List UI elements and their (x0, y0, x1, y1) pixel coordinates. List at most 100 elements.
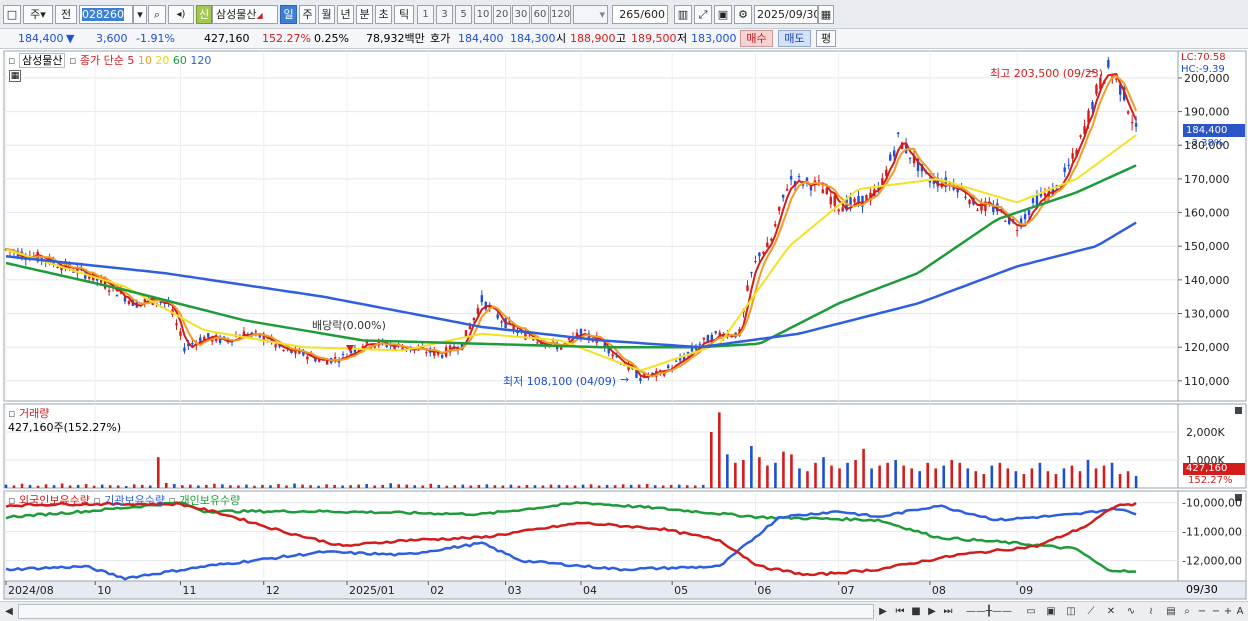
volume-bar (589, 484, 593, 488)
volume-bar (397, 484, 401, 488)
volume-current-tag: 427,160 (1183, 463, 1245, 475)
font-size-icon[interactable]: A (1234, 604, 1246, 619)
date-input[interactable]: 2025/09/30 (754, 5, 818, 24)
play-icon[interactable]: ▶ (925, 604, 939, 619)
candle-body (159, 302, 162, 304)
chevron-down-icon: ▾ (40, 8, 46, 21)
legend-bullet-icon: ▫ (8, 494, 16, 507)
market-dropdown[interactable]: 주▾ (23, 5, 53, 24)
sell-button[interactable]: 매도 (778, 30, 811, 47)
chart-area[interactable]: 200,000 190,000 180,000 170,000 160,000 150,0… (0, 49, 1248, 601)
cross-icon[interactable]: ✕ (1102, 604, 1120, 619)
count-value: 265 (619, 8, 641, 21)
period-day-tab[interactable]: 일 (280, 5, 297, 24)
period-week-tab[interactable]: 주 (299, 5, 316, 24)
candle-body (254, 331, 258, 333)
period-month-tab[interactable]: 월 (318, 5, 335, 24)
chart-toolbar: □ 주▾ 전 028260 ▾ ⌕ ◂) 신 삼성물산◢ 일 주 월 년 분 초… (0, 0, 1248, 29)
gear-icon[interactable]: ⚙ (734, 5, 752, 24)
sound-icon[interactable]: ◂) (168, 5, 194, 24)
period-tick-tab[interactable]: 틱 (394, 5, 414, 24)
search-icon[interactable]: ⌕ (148, 5, 166, 24)
volume-bar (637, 484, 641, 488)
save-icon[interactable]: ▣ (714, 5, 732, 24)
candle-body (500, 321, 503, 323)
candle-body (468, 325, 472, 330)
table-icon[interactable]: ▦ (9, 70, 21, 82)
bottom-scrollbar[interactable]: ◀ ▶ ⏮ ■ ▶ ⏭ ——╂—— ▭ ▣ ◫ ⟋ ✕ ∿ ≀ ▤ ⌕ − − … (0, 601, 1248, 621)
candle-body (797, 176, 801, 178)
layout-icon[interactable]: ▭ (1022, 604, 1040, 619)
scroll-right-icon[interactable]: ▶ (876, 604, 890, 619)
zoom-slider[interactable]: ——╂—— (958, 604, 1020, 619)
candle-body (341, 353, 345, 355)
period-year-tab[interactable]: 년 (337, 5, 354, 24)
buy-button[interactable]: 매수 (740, 30, 773, 47)
candle-body (746, 285, 749, 291)
candle-body (611, 354, 614, 357)
menu-icon[interactable]: □ (3, 5, 21, 24)
minus-icon[interactable]: − (1210, 604, 1222, 619)
calendar-icon[interactable]: ▦ (818, 5, 834, 24)
period-second-tab[interactable]: 초 (375, 5, 392, 24)
count-input[interactable]: 265/600 (612, 5, 668, 24)
wave-icon[interactable]: ∿ (1122, 604, 1140, 619)
volume-bar (108, 485, 112, 488)
plus-icon[interactable]: + (1222, 604, 1234, 619)
interval-custom-dropdown[interactable]: ▾ (573, 5, 608, 24)
interval-5-button[interactable]: 5 (455, 5, 472, 24)
window-icon[interactable]: ▣ (1042, 604, 1060, 619)
scroll-track[interactable] (18, 604, 874, 619)
x-axis-label: 12 (266, 584, 280, 597)
eval-button[interactable]: 평 (816, 30, 836, 47)
candle-type-icon[interactable]: ▥ (674, 5, 692, 24)
trend-icon[interactable]: ⟋ (1082, 604, 1100, 619)
period-minute-tab[interactable]: 분 (356, 5, 373, 24)
candle-body (702, 337, 706, 340)
screen-icon[interactable]: ▤ (1162, 604, 1180, 619)
candle-body (789, 176, 793, 180)
volume-bar (742, 460, 745, 488)
candle-body (425, 352, 428, 354)
low-price: 183,000 (691, 32, 737, 45)
volume-bar (221, 484, 224, 488)
high-price: 189,500 (631, 32, 677, 45)
scroll-left-icon[interactable]: ◀ (2, 604, 16, 619)
volume-bar (229, 485, 232, 488)
price-tick-label: 130,000 (1184, 308, 1230, 321)
zoom-out-icon[interactable]: − (1196, 604, 1208, 619)
interval-60-button[interactable]: 60 (531, 5, 549, 24)
magnifier-icon[interactable]: ⌕ (1180, 604, 1194, 619)
volume-bar (309, 485, 312, 488)
candle-body (781, 194, 785, 198)
candle-body (1031, 198, 1035, 203)
candle-body (1035, 195, 1039, 206)
compare-icon[interactable]: ⤢ (694, 5, 712, 24)
rewind-icon[interactable]: ⏮ (893, 604, 907, 619)
ma5-legend: 5 (127, 54, 135, 67)
split-icon[interactable]: ◫ (1062, 604, 1080, 619)
stock-name-field[interactable]: 삼성물산◢ (212, 5, 278, 24)
volume-bar (92, 485, 96, 488)
stock-code-input[interactable]: 028260 (79, 5, 133, 24)
interval-120-button[interactable]: 120 (550, 5, 571, 24)
wave2-icon[interactable]: ≀ (1142, 604, 1160, 619)
candle-body (1004, 220, 1007, 222)
code-dropdown-button[interactable]: ▾ (133, 5, 147, 24)
volume-bar (918, 471, 921, 488)
interval-1-button[interactable]: 1 (417, 5, 434, 24)
forward-icon[interactable]: ⏭ (941, 604, 955, 619)
candle-body (639, 378, 642, 381)
interval-3-button[interactable]: 3 (436, 5, 453, 24)
x-axis-end-label: 09/30 (1186, 583, 1218, 596)
interval-30-button[interactable]: 30 (512, 5, 530, 24)
stop-icon[interactable]: ■ (909, 604, 923, 619)
interval-10-button[interactable]: 10 (474, 5, 492, 24)
volume-bar (565, 485, 569, 488)
x-axis-label: 07 (841, 584, 855, 597)
chart-canvas[interactable]: 200,000190,000180,000170,000160,000150,0… (0, 49, 1248, 601)
candle-body (1079, 135, 1082, 137)
candle-body (536, 342, 539, 344)
interval-20-button[interactable]: 20 (493, 5, 511, 24)
prev-dropdown[interactable]: 전 (55, 5, 77, 24)
